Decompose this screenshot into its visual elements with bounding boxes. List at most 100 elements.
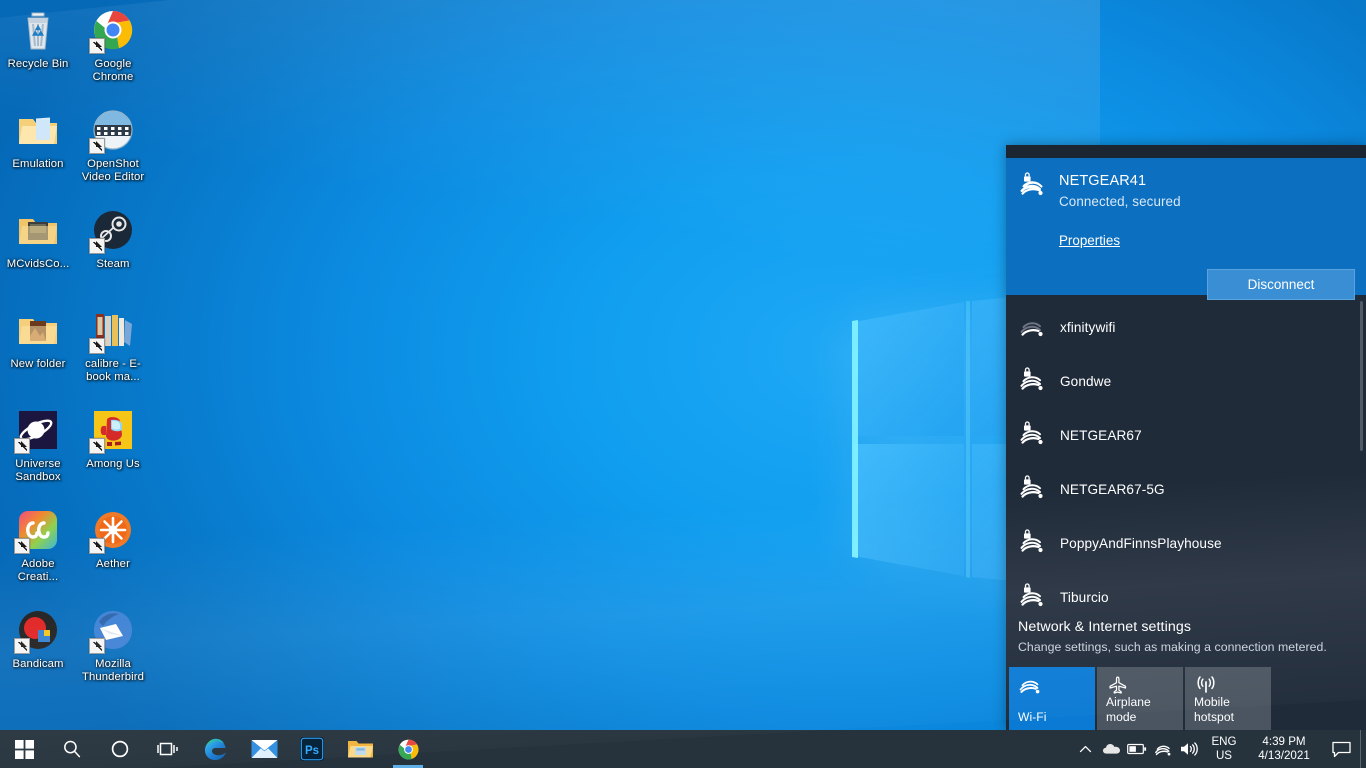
network-list-item[interactable]: PoppyAndFinnsPlayhouse <box>1006 516 1366 570</box>
show-desktop-button[interactable] <box>1360 730 1366 768</box>
onedrive-tray-icon[interactable] <box>1098 730 1124 768</box>
show-hidden-icons-button[interactable] <box>1072 730 1098 768</box>
tile-airplane-mode[interactable]: Airplane mode <box>1097 667 1183 730</box>
photoshop-app-button[interactable]: Ps <box>288 730 336 768</box>
wifi-secured-icon <box>1020 583 1043 607</box>
connected-ssid: NETGEAR41 <box>1059 173 1147 189</box>
speaker-icon <box>1181 742 1198 756</box>
connected-status: Connected, secured <box>1059 194 1181 209</box>
desktop-icon-among-us[interactable]: Among Us <box>75 406 151 471</box>
clock[interactable]: 4:39 PM 4/13/2021 <box>1246 730 1322 768</box>
aether-icon <box>89 506 137 554</box>
language-secondary: US <box>1215 749 1233 762</box>
desktop-icon-label: Recycle Bin <box>7 58 69 70</box>
network-name: xfinitywifi <box>1060 319 1116 335</box>
language-primary: ENG <box>1211 735 1237 748</box>
task-view-icon <box>157 742 178 756</box>
mail-icon <box>251 740 277 758</box>
action-center-button[interactable] <box>1322 730 1360 768</box>
desktop-icon-mcvidsco[interactable]: MCvidsCo... <box>0 206 76 271</box>
wifi-icon <box>1154 745 1170 756</box>
network-list-item[interactable]: xfinitywifi <box>1006 300 1366 354</box>
taskbar[interactable]: Ps ENG US 4:39 PM 4/13/2021 <box>0 730 1366 768</box>
tile-wifi[interactable]: Wi-Fi <box>1009 667 1095 730</box>
network-list-item[interactable]: NETGEAR67-5G <box>1006 462 1366 516</box>
battery-tray-icon[interactable] <box>1124 730 1150 768</box>
lock-icon <box>1024 529 1031 539</box>
clock-date: 4/13/2021 <box>1258 749 1310 762</box>
desktop-icon-steam[interactable]: Steam <box>75 206 151 271</box>
desktop-icon-aether[interactable]: Aether <box>75 506 151 571</box>
tile-mobile-hotspot[interactable]: Mobile hotspot <box>1185 667 1271 730</box>
cloud-icon <box>1102 744 1120 754</box>
desktop-icon-emulation[interactable]: Emulation <box>0 106 76 171</box>
microsoft-edge-button[interactable] <box>192 730 240 768</box>
quick-action-tiles: Wi-Fi Airplane mode Mobile hotspot <box>1006 656 1366 730</box>
wifi-secured-icon <box>1020 421 1043 445</box>
svg-text:Ps: Ps <box>305 745 319 757</box>
network-list-item[interactable]: Gondwe <box>1006 354 1366 408</box>
wifi-icon <box>1018 675 1042 700</box>
speech-bubble-icon <box>1331 741 1351 757</box>
steam-icon <box>89 206 137 254</box>
desktop-icon-label: Bandicam <box>12 658 64 670</box>
connected-network-card[interactable]: NETGEAR41 Connected, secured Properties … <box>1006 158 1366 300</box>
shortcut-overlay-icon <box>89 638 105 654</box>
file-explorer-button[interactable] <box>336 730 384 768</box>
network-list-item[interactable]: NETGEAR67 <box>1006 408 1366 462</box>
lock-icon <box>1024 172 1031 182</box>
available-networks-list[interactable]: xfinitywifi Gondwe NETGEAR67 NETGEAR67-5… <box>1006 295 1366 611</box>
shortcut-overlay-icon <box>89 538 105 554</box>
desktop-icon-label: calibre - E-book ma... <box>85 358 141 384</box>
search-button[interactable] <box>48 730 96 768</box>
lock-icon <box>1024 421 1031 431</box>
properties-link[interactable]: Properties <box>1059 233 1120 248</box>
lock-icon <box>1024 583 1031 593</box>
calibre-icon <box>89 306 137 354</box>
desktop-icon-mozilla-thunderbird[interactable]: Mozilla Thunderbird <box>75 606 151 685</box>
cortana-button[interactable] <box>96 730 144 768</box>
photoshop-icon: Ps <box>300 737 324 761</box>
taskbar-pinned-items: Ps <box>0 730 432 768</box>
taskbar-spacer <box>432 730 1072 768</box>
network-tray-icon[interactable] <box>1150 730 1176 768</box>
desktop-icon-label: Steam <box>96 258 130 270</box>
wifi-open-icon <box>1020 322 1043 337</box>
desktop-icon-new-folder[interactable]: New folder <box>0 306 76 371</box>
desktop-icon-calibre[interactable]: calibre - E-book ma... <box>75 306 151 385</box>
recycle-bin-icon <box>14 6 62 54</box>
language-indicator[interactable]: ENG US <box>1202 730 1246 768</box>
openshot-icon <box>89 106 137 154</box>
desktop-icon-openshot[interactable]: OpenShot Video Editor <box>75 106 151 185</box>
desktop-icon-recycle-bin[interactable]: Recycle Bin <box>0 6 76 71</box>
network-name: NETGEAR67 <box>1060 427 1142 443</box>
desktop-icon-bandicam[interactable]: Bandicam <box>0 606 76 671</box>
shortcut-overlay-icon <box>14 638 30 654</box>
task-view-button[interactable] <box>144 730 192 768</box>
network-list-item[interactable]: Tiburcio <box>1006 570 1366 611</box>
mail-app-button[interactable] <box>240 730 288 768</box>
wifi-network-flyout[interactable]: NETGEAR41 Connected, secured Properties … <box>1006 145 1366 730</box>
start-button[interactable] <box>0 730 48 768</box>
battery-icon <box>1127 743 1147 755</box>
shortcut-overlay-icon <box>89 238 105 254</box>
shortcut-overlay-icon <box>14 438 30 454</box>
google-chrome-app-button[interactable] <box>384 730 432 768</box>
desktop[interactable]: Recycle Bin Google Chrome Emulation Open… <box>0 0 1366 768</box>
desktop-icon-label: Emulation <box>12 158 64 170</box>
volume-tray-icon[interactable] <box>1176 730 1202 768</box>
desktop-icon-label: Google Chrome <box>92 58 134 84</box>
universe-sandbox-icon <box>14 406 62 454</box>
network-list-scrollbar[interactable] <box>1360 301 1363 451</box>
desktop-icon-label: OpenShot Video Editor <box>81 158 145 184</box>
desktop-icon-universe-sandbox[interactable]: Universe Sandbox <box>0 406 76 485</box>
network-internet-settings-link[interactable]: Network & Internet settings <box>1018 617 1354 637</box>
shortcut-overlay-icon <box>89 138 105 154</box>
desktop-icon-google-chrome[interactable]: Google Chrome <box>75 6 151 85</box>
desktop-icon-label: Universe Sandbox <box>15 458 61 484</box>
mozilla-thunderbird-icon <box>89 606 137 654</box>
desktop-icon-adobe-creative-cloud[interactable]: Adobe Creati... <box>0 506 76 585</box>
network-name: Tiburcio <box>1060 589 1109 605</box>
network-internet-settings-section[interactable]: Network & Internet settings Change setti… <box>1006 611 1366 656</box>
network-internet-settings-subtitle: Change settings, such as making a connec… <box>1018 640 1327 654</box>
